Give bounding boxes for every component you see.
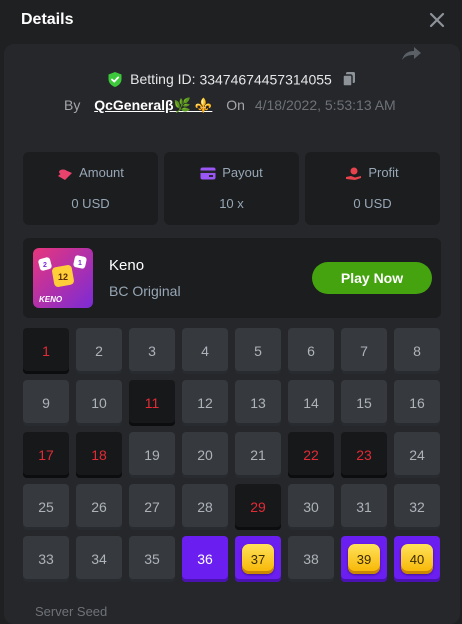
keno-cell-16: 16 [394,380,440,426]
keno-cell-5: 5 [235,328,281,374]
betting-id-value: 33474674457314055 [199,71,332,88]
keno-cell-22: 22 [288,432,334,478]
keno-cell-30: 30 [288,484,334,530]
keno-cell-37: 37 [235,536,281,582]
keno-cell-39: 39 [341,536,387,582]
keno-cell-10: 10 [76,380,122,426]
stat-amount-label: Amount [79,165,124,180]
keno-cell-24: 24 [394,432,440,478]
by-label: By [64,97,81,113]
thumb-number-right: 1 [78,260,82,267]
thumb-text: KENO [39,295,63,304]
stat-amount: Amount 0 USD [23,152,158,225]
stat-payout: Payout 10 x [164,152,299,225]
copy-icon[interactable] [341,71,357,88]
betting-id-row: Betting ID: 33474674457314055 [4,70,460,88]
on-label: On [226,97,245,113]
keno-cell-9: 9 [23,380,69,426]
keno-thumbnail: 12 2 1 KENO [33,248,93,308]
keno-cell-28: 28 [182,484,228,530]
keno-cell-13: 13 [235,380,281,426]
keno-cell-2: 2 [76,328,122,374]
keno-cell-31: 31 [341,484,387,530]
thumb-number-main: 12 [58,272,68,282]
keno-cell-36: 36 [182,536,228,582]
share-icon[interactable] [400,46,422,62]
keno-cell-7: 7 [341,328,387,374]
modal-title: Details [21,11,74,28]
stat-amount-value: 0 USD [71,196,110,211]
keno-cell-38: 38 [288,536,334,582]
stat-payout-label: Payout [222,165,263,180]
stat-profit-label: Profit [368,165,399,180]
bet-date: 4/18/2022, 5:53:13 AM [254,97,396,113]
keno-cell-27: 27 [129,484,175,530]
keno-cell-15: 15 [341,380,387,426]
keno-cell-12: 12 [182,380,228,426]
close-icon[interactable] [427,10,447,30]
coins-icon [58,169,73,180]
keno-cell-33: 33 [23,536,69,582]
thumb-number-left: 2 [43,262,47,269]
betting-id-label: Betting ID: [130,71,196,88]
keno-cell-1: 1 [23,328,69,374]
gem-tile: 40 [401,544,433,574]
game-card: 12 2 1 KENO Keno BC Original Play Now [23,238,441,318]
game-provider: BC Original [109,283,181,299]
keno-cell-6: 6 [288,328,334,374]
game-name[interactable]: Keno [109,257,144,274]
keno-cell-23: 23 [341,432,387,478]
stat-profit-value: 0 USD [353,196,392,211]
keno-cell-19: 19 [129,432,175,478]
card-icon [200,167,216,180]
keno-cell-34: 34 [76,536,122,582]
stat-profit: Profit 0 USD [305,152,440,225]
keno-cell-4: 4 [182,328,228,374]
stats-row: Amount 0 USD Payout 10 x Profit 0 USD [23,152,441,225]
modal-header: Details [0,0,462,44]
keno-cell-18: 18 [76,432,122,478]
gem-tile: 37 [242,544,274,574]
keno-cell-17: 17 [23,432,69,478]
keno-cell-29: 29 [235,484,281,530]
keno-cell-25: 25 [23,484,69,530]
keno-cell-40: 40 [394,536,440,582]
keno-cell-26: 26 [76,484,122,530]
keno-cell-35: 35 [129,536,175,582]
keno-cell-8: 8 [394,328,440,374]
hand-coin-icon [346,167,362,180]
details-panel: Betting ID: 33474674457314055 By QcGener… [4,44,460,624]
gem-tile: 39 [348,544,380,574]
keno-cell-14: 14 [288,380,334,426]
keno-cell-20: 20 [182,432,228,478]
stat-payout-value: 10 x [219,196,244,211]
keno-cell-3: 3 [129,328,175,374]
bet-author-row: By QcGeneralβ🌿 ⚜️ On 4/18/2022, 5:53:13 … [64,97,396,114]
shield-check-icon [108,71,122,87]
play-now-button[interactable]: Play Now [312,262,432,294]
keno-cell-21: 21 [235,432,281,478]
keno-cell-11: 11 [129,380,175,426]
keno-cell-32: 32 [394,484,440,530]
username-link[interactable]: QcGeneralβ🌿 ⚜️ [94,97,212,113]
